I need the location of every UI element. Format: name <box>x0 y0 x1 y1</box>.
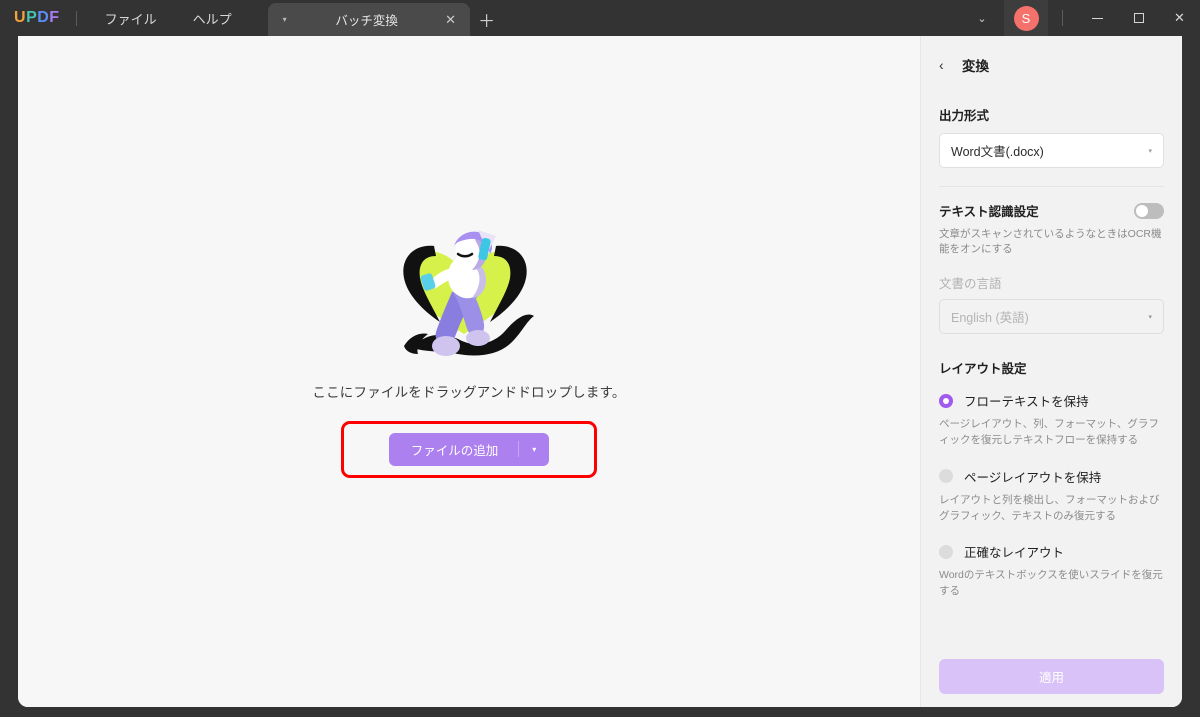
logo-letter-p: P <box>26 9 38 26</box>
ocr-toggle[interactable] <box>1134 202 1164 219</box>
close-window-button[interactable]: ✕ <box>1159 0 1200 36</box>
document-language-value: English (英語) <box>951 311 1029 326</box>
layout-option-flow[interactable]: フローテキストを保持 <box>939 391 1164 410</box>
title-bar-right: ⌄ S ✕ <box>960 0 1200 36</box>
title-bar-left: UPDF ファイル ヘルプ <box>0 0 256 36</box>
layout-option-exact-label: 正確なレイアウト <box>964 546 1065 561</box>
maximize-button[interactable] <box>1118 0 1159 36</box>
plus-icon[interactable]: ＋ <box>470 3 504 36</box>
logo-letter-u: U <box>14 9 27 26</box>
window-body: ここにファイルをドラッグアンドドロップします。 ファイルの追加 ▾ ‹ 変換 出… <box>18 36 1182 707</box>
document-language-label: 文書の言語 <box>939 277 1002 292</box>
maximize-icon <box>1133 13 1144 23</box>
radio-icon-page[interactable] <box>939 469 953 484</box>
ocr-toggle-row: テキスト認識設定 <box>939 201 1164 220</box>
logo-letter-d: D <box>37 9 50 26</box>
avatar-button[interactable]: S <box>1004 0 1048 36</box>
chevron-down-icon-language: ▾ <box>1148 313 1152 321</box>
menu-file[interactable]: ファイル <box>93 4 169 33</box>
drop-instruction-text: ここにファイルをドラッグアンドドロップします。 <box>312 384 626 400</box>
apply-button[interactable]: 適用 <box>939 658 1164 694</box>
empty-state-illustration <box>403 229 534 356</box>
chevron-down-icon-format: ▾ <box>1148 147 1152 155</box>
menu-help[interactable]: ヘルプ <box>181 4 244 33</box>
app-window: UPDF ファイル ヘルプ ▾ バッチ変換 ✕ ＋ ⌄ S ✕ ここにファイルを… <box>0 0 1200 717</box>
tab-batch-convert[interactable]: ▾ バッチ変換 ✕ <box>267 3 470 36</box>
minimize-button[interactable] <box>1077 0 1118 36</box>
panel-title: 変換 <box>962 59 989 74</box>
radio-icon-exact[interactable] <box>939 544 953 559</box>
output-format-value: Word文書(.docx) <box>951 145 1044 159</box>
tab-title: バッチ変換 <box>335 14 398 28</box>
panel-footer: 適用 <box>921 645 1182 707</box>
add-file-highlight: ファイルの追加 ▾ <box>340 420 598 478</box>
ocr-label: テキスト認識設定 <box>939 205 1039 219</box>
close-icon[interactable]: ✕ <box>440 13 462 26</box>
layout-option-flow-hint: ページレイアウト、列、フォーマット、グラフィックを復元しテキストフローを保持する <box>939 418 1159 447</box>
layout-option-page-label: ページレイアウトを保持 <box>964 470 1102 485</box>
avatar: S <box>1013 5 1039 31</box>
document-language-select[interactable]: English (英語) ▾ <box>939 299 1164 335</box>
panel-content: ‹ 変換 出力形式 Word文書(.docx) ▾ テキスト認識設定 文章がスキ… <box>921 36 1182 645</box>
toggle-knob <box>1136 204 1148 217</box>
panel-header: ‹ 変換 <box>939 43 1164 87</box>
title-bar-divider-2 <box>1062 10 1063 26</box>
chevron-down-icon-menu[interactable]: ⌄ <box>960 0 1004 36</box>
chevron-down-icon[interactable]: ▾ <box>276 15 294 24</box>
add-file-label: ファイルの追加 <box>410 443 499 458</box>
drop-zone: ここにファイルをドラッグアンドドロップします。 ファイルの追加 ▾ <box>312 226 625 478</box>
layout-settings-label: レイアウト設定 <box>939 362 1027 377</box>
layout-option-page[interactable]: ページレイアウトを保持 <box>939 467 1164 486</box>
minimize-icon <box>1092 17 1103 19</box>
updf-logo: UPDF <box>14 9 60 27</box>
layout-option-exact-hint: Wordのテキストボックスを使いスライドを復元する <box>939 569 1163 598</box>
title-bar-divider <box>75 10 77 26</box>
layout-option-page-hint: レイアウトと列を検出し、フォーマットおよびグラフィック、テキストのみ復元する <box>939 493 1160 522</box>
section-divider <box>939 186 1164 187</box>
output-format-select[interactable]: Word文書(.docx) ▾ <box>939 133 1164 168</box>
layout-option-exact[interactable]: 正確なレイアウト <box>939 542 1164 561</box>
layout-option-flow-label: フローテキストを保持 <box>964 395 1089 410</box>
title-bar: UPDF ファイル ヘルプ ▾ バッチ変換 ✕ ＋ ⌄ S ✕ <box>0 0 1200 36</box>
output-format-label: 出力形式 <box>939 109 990 123</box>
back-arrow-icon[interactable]: ‹ <box>939 58 955 72</box>
tab-strip: ▾ バッチ変換 ✕ ＋ <box>267 0 504 36</box>
file-drop-canvas[interactable]: ここにファイルをドラッグアンドドロップします。 ファイルの追加 ▾ <box>18 36 920 707</box>
chevron-down-icon-add[interactable]: ▾ <box>519 445 549 454</box>
radio-icon-flow[interactable] <box>939 393 953 408</box>
add-file-button[interactable]: ファイルの追加 ▾ <box>388 432 550 466</box>
ocr-hint: 文章がスキャンされているようなときはOCR機能をオンにする <box>939 228 1162 256</box>
logo-letter-f: F <box>49 9 60 26</box>
convert-settings-panel: ‹ 変換 出力形式 Word文書(.docx) ▾ テキスト認識設定 文章がスキ… <box>921 36 1182 707</box>
